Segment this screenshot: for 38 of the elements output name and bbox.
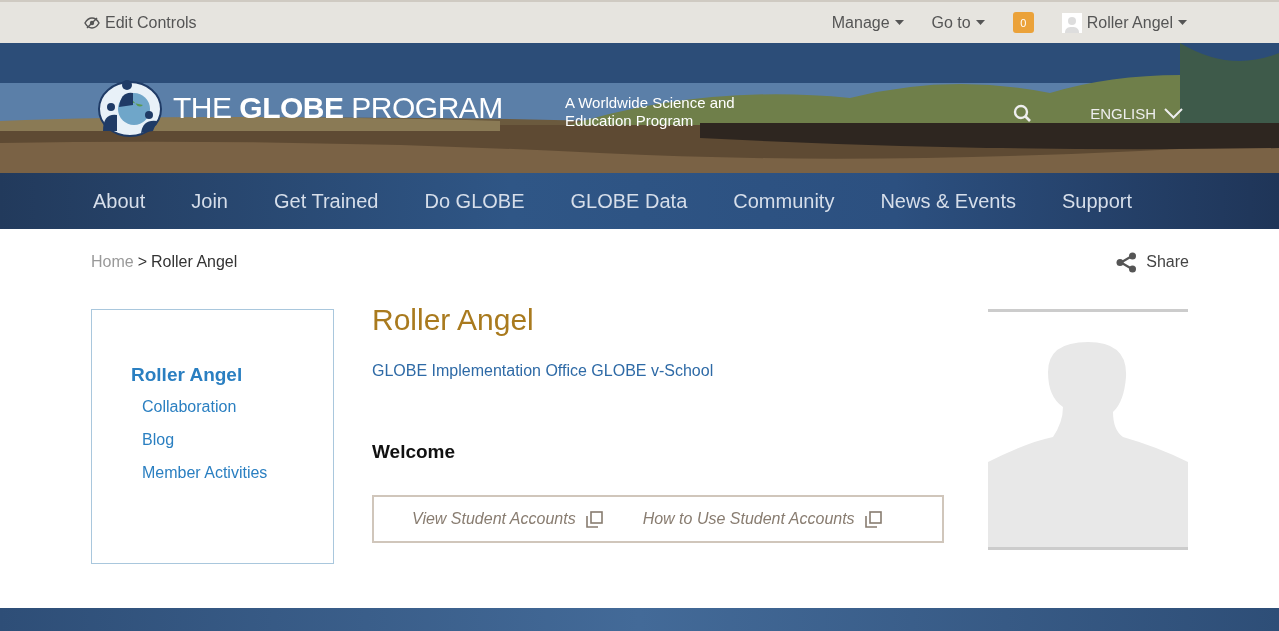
site-tagline: A Worldwide Science and Education Program bbox=[564, 94, 736, 130]
nav-link[interactable]: Get Trained bbox=[273, 189, 379, 213]
menu-dropdown[interactable]: Manage bbox=[831, 13, 904, 32]
caret-icon bbox=[894, 20, 904, 25]
user-menu[interactable]: Roller Angel bbox=[1061, 12, 1187, 33]
new-window-icon bbox=[864, 510, 882, 528]
caret-icon bbox=[975, 20, 985, 25]
menu-dropdown[interactable]: Go to bbox=[931, 13, 985, 32]
nav-link[interactable]: Join bbox=[191, 189, 228, 213]
nav-link[interactable]: Support bbox=[1062, 189, 1133, 213]
language-dropdown[interactable]: ENGLISH bbox=[1090, 104, 1183, 122]
student-accounts-link[interactable]: How to Use Student Accounts bbox=[642, 510, 882, 528]
avatar-icon bbox=[1061, 12, 1082, 33]
chevron-down-icon bbox=[1164, 107, 1183, 119]
site-title[interactable]: THE GLOBE PROGRAM bbox=[173, 91, 503, 125]
student-accounts-link[interactable]: View Student Accounts bbox=[412, 510, 603, 528]
edit-controls-link[interactable]: Edit Controls bbox=[84, 13, 197, 32]
share-icon bbox=[1116, 251, 1138, 273]
new-window-icon bbox=[585, 510, 603, 528]
breadcrumb-separator: > bbox=[137, 253, 148, 271]
nav-link[interactable]: GLOBE Data bbox=[570, 189, 688, 213]
search-button[interactable] bbox=[1013, 103, 1033, 123]
globe-logo-icon bbox=[97, 79, 163, 137]
nav-link[interactable]: About bbox=[93, 189, 146, 213]
nav-link[interactable]: News & Events bbox=[880, 189, 1016, 213]
caret-icon bbox=[1178, 20, 1187, 25]
profile-name: Roller Angel bbox=[372, 303, 535, 337]
eye-slash-icon bbox=[84, 16, 100, 29]
affiliation-link[interactable]: GLOBE Implementation Office GLOBE v-School bbox=[372, 362, 944, 380]
nav-link[interactable]: Community bbox=[733, 189, 835, 213]
sidebar-link[interactable]: Collaboration bbox=[142, 398, 333, 416]
sidebar-link[interactable]: Member Activities bbox=[142, 464, 333, 482]
breadcrumb-current: Roller Angel bbox=[151, 253, 238, 271]
welcome-heading: Welcome bbox=[372, 441, 457, 463]
nav-link[interactable]: Do GLOBE bbox=[424, 189, 525, 213]
sidebar-title[interactable]: Roller Angel bbox=[131, 364, 333, 386]
sidebar-link[interactable]: Blog bbox=[142, 431, 333, 449]
share-link[interactable]: Share bbox=[1116, 251, 1189, 273]
